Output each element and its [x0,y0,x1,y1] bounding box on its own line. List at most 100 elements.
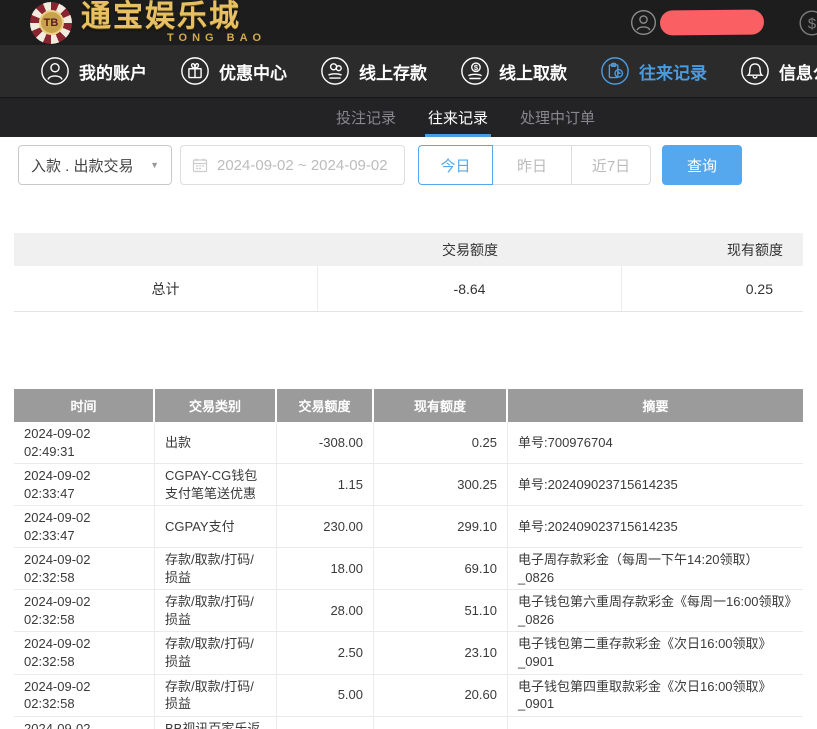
table-row: 2024-09-02 02:32:58 存款/取款/打码/损益 18.00 69… [14,548,803,590]
cell-type: 存款/取款/打码/损益 [155,590,277,631]
cell-balance: 0.25 [374,422,508,463]
transaction-type-select[interactable]: 入款 . 出款交易 ▼ [18,145,172,185]
col-header-type: 交易类别 [155,389,277,422]
tab-bet-records[interactable]: 投注记录 [336,98,396,137]
summary-header-balance: 现有额度 [622,233,803,266]
summary-header-row: 交易额度 现有额度 [14,233,803,266]
cell-type: 存款/取款/打码/损益 [155,675,277,716]
tab-transaction-records[interactable]: 往来记录 [428,98,488,137]
cell-summary: 电子钱包第四重取款彩金《次日16:00领取》_0901 [508,675,803,716]
nav-label: 线上存款 [359,59,427,84]
nav-item-online-withdrawal[interactable]: $ 线上取款 [460,56,567,86]
cell-type: CGPAY-CG钱包支付笔笔送优惠 [155,464,277,505]
account-user-icon[interactable] [630,9,657,36]
cell-time: 2024-09-02 02:32:58 [14,590,155,631]
withdraw-icon: $ [460,56,490,86]
table-row: 2024-09-02 02:32:58 存款/取款/打码/损益 5.00 20.… [14,675,803,717]
cell-time: 2024-09-02 02:49:31 [14,422,155,463]
col-header-summary: 摘要 [508,389,803,422]
cell-balance: 299.10 [374,506,508,547]
search-button[interactable]: 查询 [662,145,742,185]
cell-time: 2024-09-02 02:32:58 [14,675,155,716]
cell-summary: 电子钱包第二重存款彩金《次日16:00领取》_0901 [508,632,803,673]
cell-summary: 单号:700976704 [508,422,803,463]
bell-icon [740,56,770,86]
cell-summary: 单号:202409023715614235 [508,506,803,547]
cell-time: 2024-09-02 02:33:47 [14,464,155,505]
summary-total-balance: 0.25 [622,266,803,311]
nav-item-transaction-records[interactable]: 往来记录 [600,56,707,86]
cell-amount: 2.50 [277,632,374,673]
summary-table: 交易额度 现有额度 总计 -8.64 0.25 [14,233,803,312]
cell-amount: 5.00 [277,675,374,716]
today-button[interactable]: 今日 [418,145,493,185]
site-logo[interactable]: TB 通宝娱乐城 TONG BAO [30,2,266,44]
date-range-value: 2024-09-02 ~ 2024-09-02 [217,157,388,174]
quick-date-button-group: 今日 昨日 近7日 [418,145,651,185]
summary-header-empty [14,233,318,266]
chip-monogram: TB [39,10,64,35]
cell-summary: 单号:202409023715614235 [508,464,803,505]
table-header-row: 时间 交易类别 交易额度 现有额度 摘要 [14,389,803,422]
cell-balance: 69.10 [374,548,508,589]
cell-summary: 电子钱包第六重周存款彩金《每周一16:00领取》_0826 [508,590,803,631]
cell-amount: 18.00 [277,548,374,589]
nav-item-announcements[interactable]: 信息公告 [740,56,817,86]
table-row: 2024-09-02 02:32:58 存款/取款/打码/损益 2.50 23.… [14,632,803,674]
site-subtitle: TONG BAO [167,33,266,44]
nav-label: 线上取款 [499,59,567,84]
summary-total-label: 总计 [14,266,318,311]
cell-type: 出款 [155,422,277,463]
cell-balance: 51.10 [374,590,508,631]
cell-type: 存款/取款/打码/损益 [155,632,277,673]
table-row: 2024-09-02 02:33:47 CGPAY支付 230.00 299.1… [14,506,803,548]
chevron-down-icon: ▼ [150,160,159,170]
yesterday-button[interactable]: 昨日 [492,145,572,185]
cell-type: CGPAY支付 [155,506,277,547]
date-range-input[interactable]: 2024-09-02 ~ 2024-09-02 [180,145,405,185]
topbar-account-area: $ [630,0,817,45]
cell-time: 2024-09-02 02:32:58 [14,632,155,673]
col-header-balance: 现有额度 [374,389,508,422]
transactions-table: 时间 交易类别 交易额度 现有额度 摘要 2024-09-02 02:49:31… [14,389,803,729]
cell-time: 2024-09-02 02:33:47 [14,506,155,547]
table-row: 2024-09-02 02:33:47 CGPAY-CG钱包支付笔笔送优惠 1.… [14,464,803,506]
cell-balance: 300.25 [374,464,508,505]
cell-balance: 20.60 [374,675,508,716]
cell-time: 2024-09-02 02:08:01 [14,717,155,729]
deposit-icon [320,56,350,86]
nav-label: 我的账户 [79,59,147,84]
cell-type: BB视讯百家乐返点 [155,717,277,729]
sub-navigation: 投注记录 往来记录 处理中订单 [0,98,817,137]
nav-item-online-deposit[interactable]: 线上存款 [320,56,427,86]
calendar-icon [192,157,208,173]
main-navigation: 我的账户 优惠中心 线上存款 $ 线上取款 往来记录 [0,45,817,98]
nav-label: 优惠中心 [219,59,287,84]
nav-item-promotions[interactable]: 优惠中心 [180,56,287,86]
cell-amount: 28.00 [277,590,374,631]
balance-dollar-icon[interactable]: $ [798,9,817,37]
redacted-username [660,9,764,35]
cell-summary: 系统派发_2024-09-01 [508,717,803,729]
cell-summary: 电子周存款彩金（每周一下午14:20领取）_0826 [508,548,803,589]
last-7-days-button[interactable]: 近7日 [571,145,651,185]
cell-amount: 1.15 [277,464,374,505]
gift-icon [180,56,210,86]
table-row: 2024-09-02 02:08:01 BB视讯百家乐返点 14.71 15.6… [14,717,803,729]
col-header-time: 时间 [14,389,155,422]
nav-item-my-account[interactable]: 我的账户 [40,56,147,86]
user-icon [40,56,70,86]
records-icon [600,56,630,86]
top-bar: TB 通宝娱乐城 TONG BAO $ [0,0,817,45]
nav-label: 信息公告 [779,59,817,84]
poker-chip-logo-icon: TB [30,2,72,44]
cell-time: 2024-09-02 02:32:58 [14,548,155,589]
transaction-type-value: 入款 . 出款交易 [31,155,134,176]
col-header-amount: 交易额度 [277,389,374,422]
site-title: 通宝娱乐城 [81,2,266,32]
summary-total-amount: -8.64 [318,266,622,311]
tab-pending-orders[interactable]: 处理中订单 [520,98,595,137]
cell-balance: 15.60 [374,717,508,729]
cell-balance: 23.10 [374,632,508,673]
nav-label: 往来记录 [639,59,707,84]
